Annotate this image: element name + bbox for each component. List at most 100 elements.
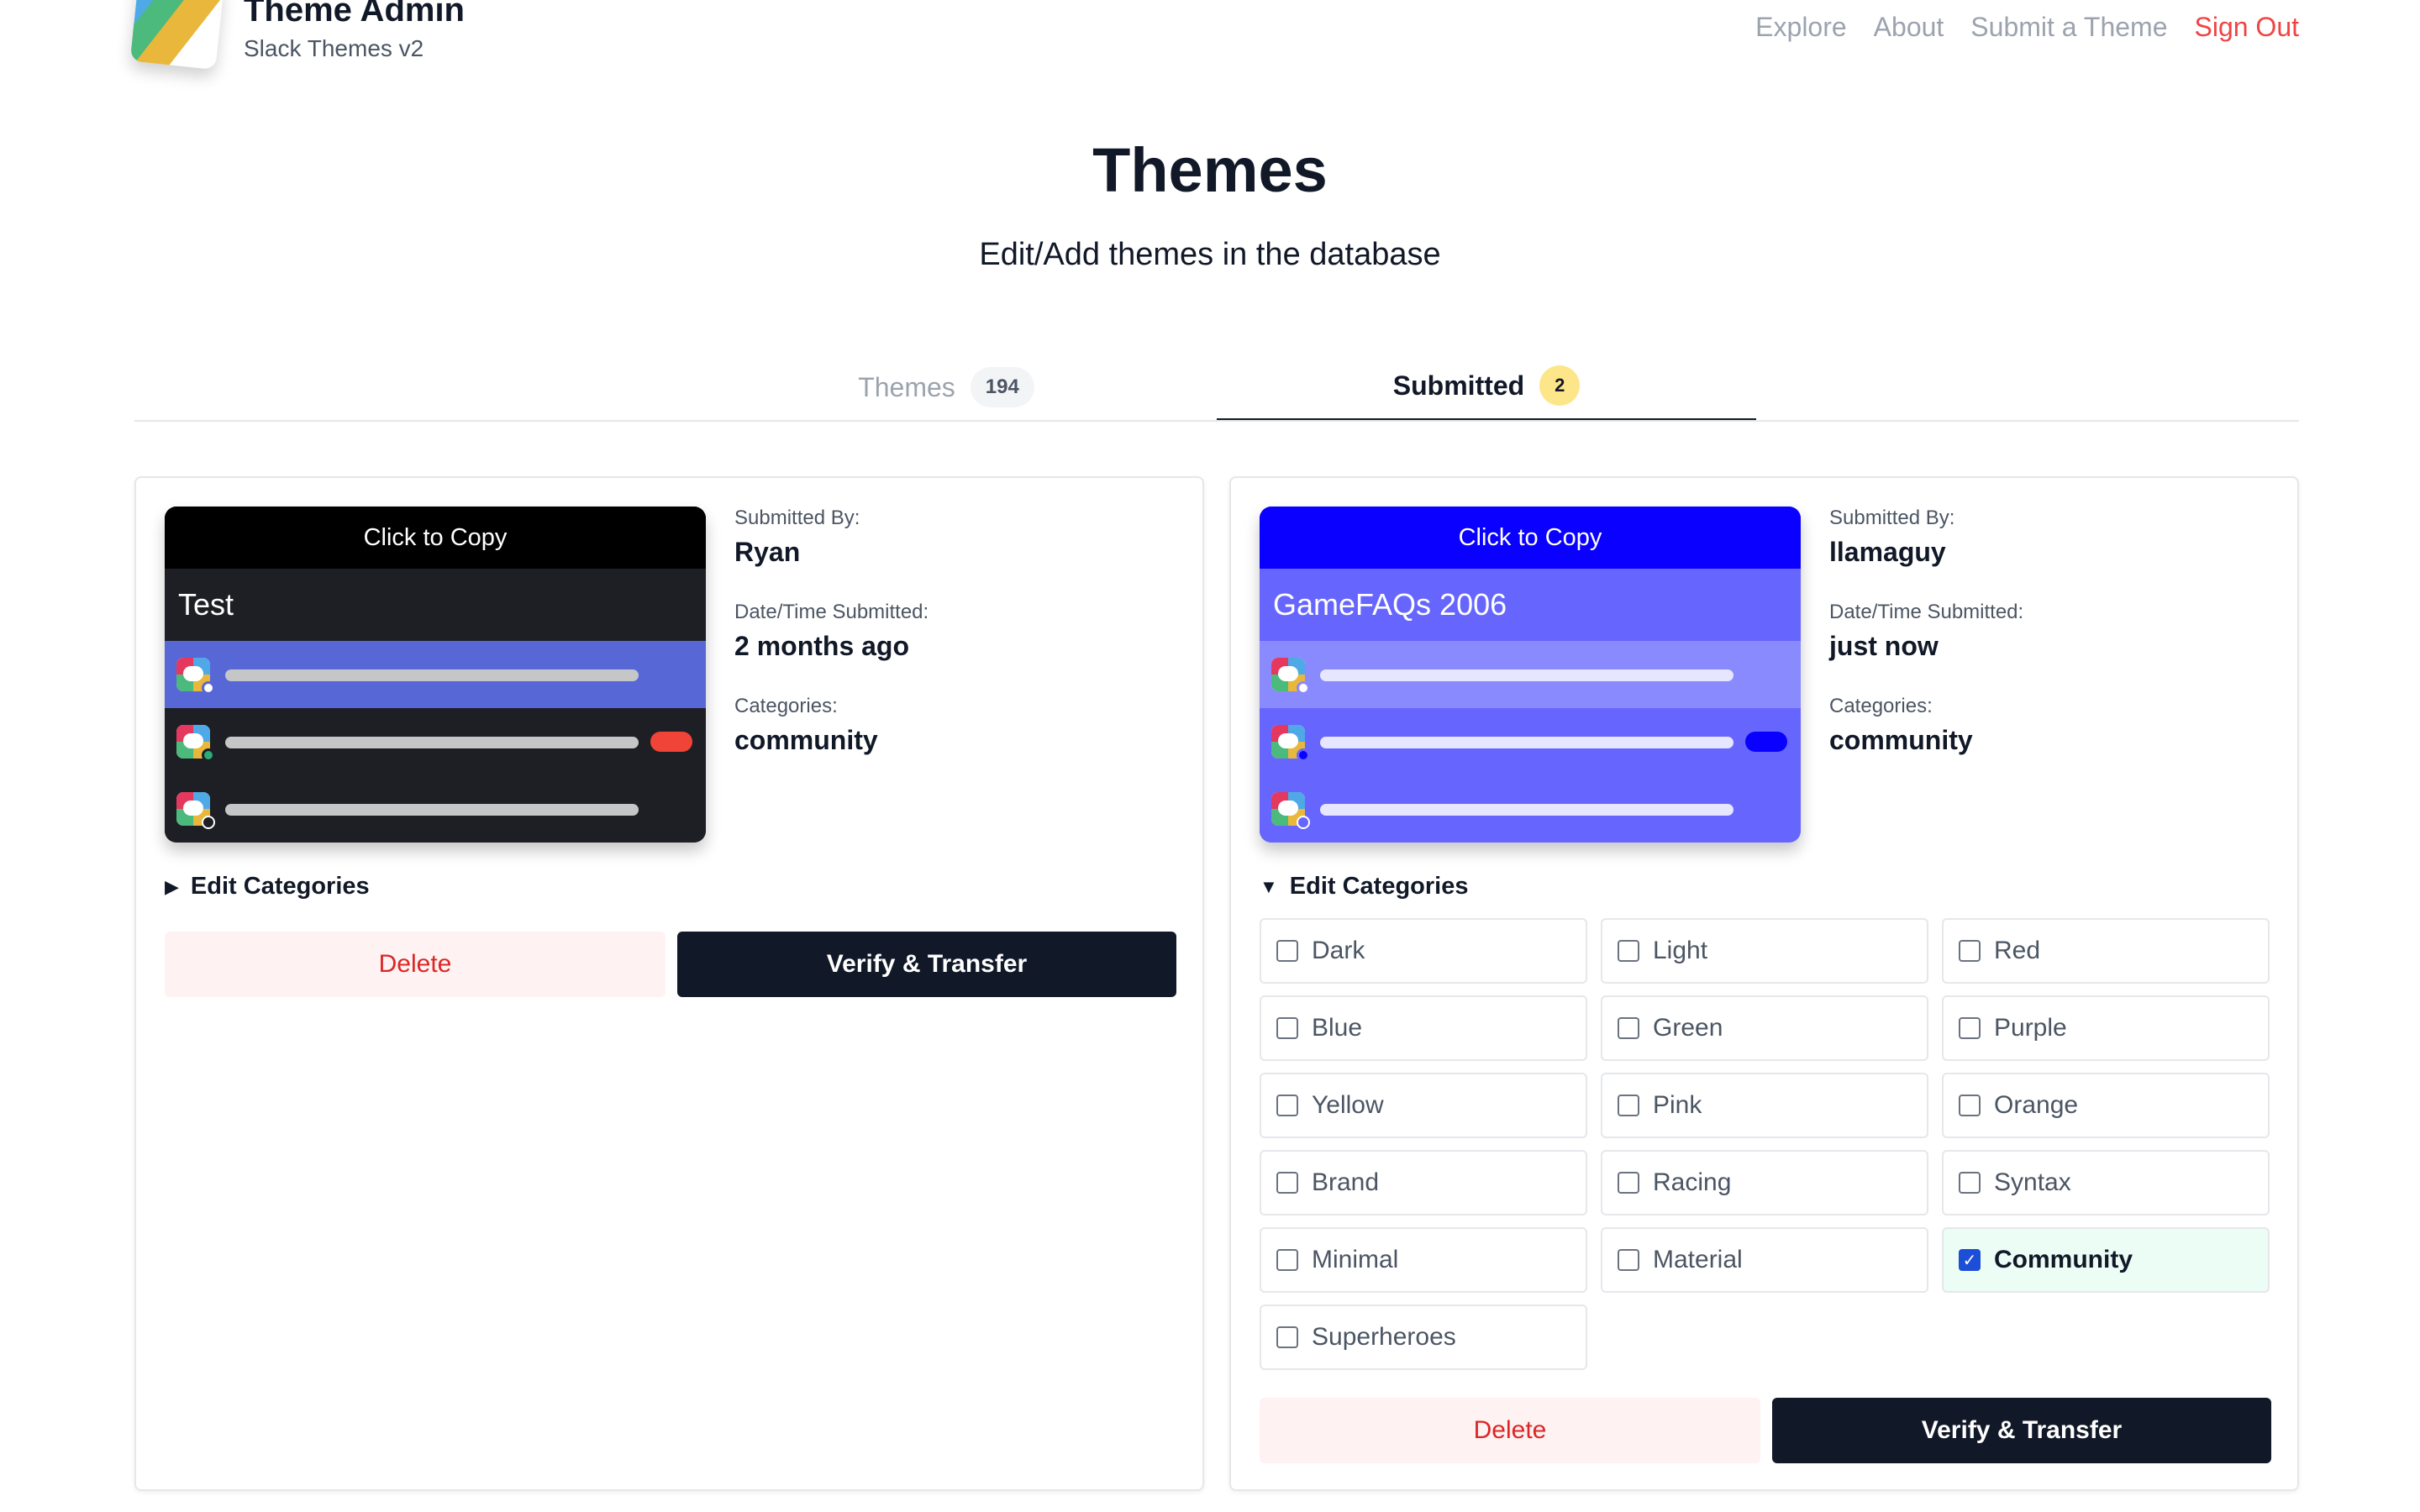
checkbox-icon[interactable]	[1959, 1095, 1981, 1116]
checkbox-icon[interactable]	[1618, 940, 1639, 962]
nav-about-link[interactable]: About	[1874, 12, 1944, 43]
delete-button[interactable]: Delete	[165, 932, 666, 997]
checkbox-icon[interactable]	[1276, 1017, 1298, 1039]
presence-dot-icon	[202, 681, 215, 695]
channel-placeholder-bar	[1320, 669, 1733, 681]
nav-submit-theme-link[interactable]: Submit a Theme	[1970, 12, 2167, 43]
verify-transfer-button[interactable]: Verify & Transfer	[677, 932, 1176, 997]
presence-dot-icon	[1297, 816, 1310, 829]
submitted-by-block: Submitted By: llamaguy	[1829, 507, 1954, 568]
preview-row	[1260, 775, 1801, 843]
preview-row-active	[1260, 641, 1801, 708]
mention-badge	[650, 732, 692, 752]
categories-value: community	[734, 725, 878, 755]
categories-block: Categories: community	[1829, 695, 1973, 756]
category-option-label: Minimal	[1312, 1246, 1399, 1273]
checkbox-icon[interactable]	[1959, 1172, 1981, 1194]
category-option-label: Dark	[1312, 937, 1365, 964]
edit-categories-toggle[interactable]: ▶ Edit Categories	[165, 873, 370, 900]
category-option-label: Red	[1994, 937, 2041, 964]
checkbox-icon[interactable]	[1276, 1172, 1298, 1194]
checkbox-icon[interactable]	[1618, 1172, 1639, 1194]
category-option-pink[interactable]: Pink	[1601, 1073, 1928, 1138]
channel-placeholder-bar	[1320, 804, 1733, 816]
checkbox-icon[interactable]	[1276, 1095, 1298, 1116]
category-option-label: Light	[1653, 937, 1708, 964]
preview-row	[165, 775, 706, 843]
category-option-orange[interactable]: Orange	[1942, 1073, 2270, 1138]
category-option-green[interactable]: Green	[1601, 995, 1928, 1061]
category-option-label: Syntax	[1994, 1168, 2071, 1196]
checkbox-checked-icon[interactable]: ✓	[1959, 1249, 1981, 1271]
category-option-label: Blue	[1312, 1014, 1363, 1042]
channel-placeholder-bar	[225, 669, 639, 681]
category-option-syntax[interactable]: Syntax	[1942, 1150, 2270, 1215]
submitted-at-block: Date/Time Submitted: just now	[1829, 601, 2023, 662]
click-to-copy-bar[interactable]: Click to Copy	[165, 507, 706, 569]
theme-preview[interactable]: Click to Copy GameFAQs 2006	[1260, 507, 1801, 843]
submitted-at-label: Date/Time Submitted:	[1829, 601, 2024, 623]
presence-dot-icon	[1297, 681, 1310, 695]
submitted-by-value: llamaguy	[1829, 537, 1946, 567]
theme-name: Test	[165, 569, 706, 641]
brand-title[interactable]: Theme Admin	[244, 0, 465, 29]
tab-themes[interactable]: Themes 194	[676, 353, 1216, 422]
edit-categories-toggle[interactable]: ▼ Edit Categories	[1260, 873, 1469, 900]
submitted-by-block: Submitted By: Ryan	[734, 507, 860, 568]
brand-subtitle: Slack Themes v2	[244, 35, 424, 61]
category-option-racing[interactable]: Racing	[1601, 1150, 1928, 1215]
theme-name: GameFAQs 2006	[1260, 569, 1801, 641]
category-option-label: Racing	[1653, 1168, 1732, 1196]
checkbox-icon[interactable]	[1959, 1017, 1981, 1039]
checkbox-icon[interactable]	[1276, 940, 1298, 962]
submitted-at-label: Date/Time Submitted:	[734, 601, 929, 623]
category-option-minimal[interactable]: Minimal	[1260, 1227, 1587, 1293]
category-option-dark[interactable]: Dark	[1260, 918, 1587, 984]
checkbox-icon[interactable]	[1618, 1095, 1639, 1116]
category-option-blue[interactable]: Blue	[1260, 995, 1587, 1061]
category-option-brand[interactable]: Brand	[1260, 1150, 1587, 1215]
channel-placeholder-bar	[225, 737, 639, 748]
preview-row-mention	[165, 708, 706, 775]
category-option-material[interactable]: Material	[1601, 1227, 1928, 1293]
category-option-yellow[interactable]: Yellow	[1260, 1073, 1587, 1138]
submitted-at-value: 2 months ago	[734, 631, 910, 661]
verify-transfer-button[interactable]: Verify & Transfer	[1772, 1398, 2271, 1463]
submitted-at-block: Date/Time Submitted: 2 months ago	[734, 601, 929, 662]
category-option-label: Orange	[1994, 1091, 2079, 1119]
caret-down-icon: ▼	[1260, 875, 1278, 897]
caret-right-icon: ▶	[165, 875, 179, 897]
category-option-label: Green	[1653, 1014, 1723, 1042]
submitted-by-label: Submitted By:	[1829, 507, 1955, 529]
logo-icon[interactable]	[129, 0, 225, 71]
tab-submitted[interactable]: Submitted 2	[1217, 353, 1756, 422]
category-option-purple[interactable]: Purple	[1942, 995, 2270, 1061]
category-option-label: Yellow	[1312, 1091, 1384, 1119]
checkbox-icon[interactable]	[1276, 1326, 1298, 1348]
channel-placeholder-bar	[225, 804, 639, 816]
category-option-label: Superheroes	[1312, 1323, 1456, 1351]
categories-label: Categories:	[734, 695, 838, 717]
checkbox-icon[interactable]	[1959, 940, 1981, 962]
click-to-copy-bar[interactable]: Click to Copy	[1260, 507, 1801, 569]
presence-dot-icon	[1297, 748, 1310, 762]
category-option-superheroes[interactable]: Superheroes	[1260, 1305, 1587, 1370]
categories-value: community	[1829, 725, 1973, 755]
preview-row-active	[165, 641, 706, 708]
checkbox-icon[interactable]	[1276, 1249, 1298, 1271]
categories-label: Categories:	[1829, 695, 1933, 717]
checkbox-icon[interactable]	[1618, 1017, 1639, 1039]
tab-themes-count-badge: 194	[970, 367, 1034, 407]
theme-card: Click to Copy GameFAQs 2006 Submitted By…	[1229, 476, 2299, 1491]
mention-badge	[1745, 732, 1787, 752]
category-option-red[interactable]: Red	[1942, 918, 2270, 984]
checkbox-icon[interactable]	[1618, 1249, 1639, 1271]
category-option-label: Pink	[1653, 1091, 1702, 1119]
top-nav: Explore About Submit a Theme Sign Out	[1755, 12, 2299, 43]
sign-out-link[interactable]: Sign Out	[2194, 12, 2299, 43]
nav-explore-link[interactable]: Explore	[1755, 12, 1847, 43]
category-option-community[interactable]: ✓ Community	[1942, 1227, 2270, 1293]
theme-preview[interactable]: Click to Copy Test	[165, 507, 706, 843]
delete-button[interactable]: Delete	[1260, 1398, 1760, 1463]
category-option-light[interactable]: Light	[1601, 918, 1928, 984]
